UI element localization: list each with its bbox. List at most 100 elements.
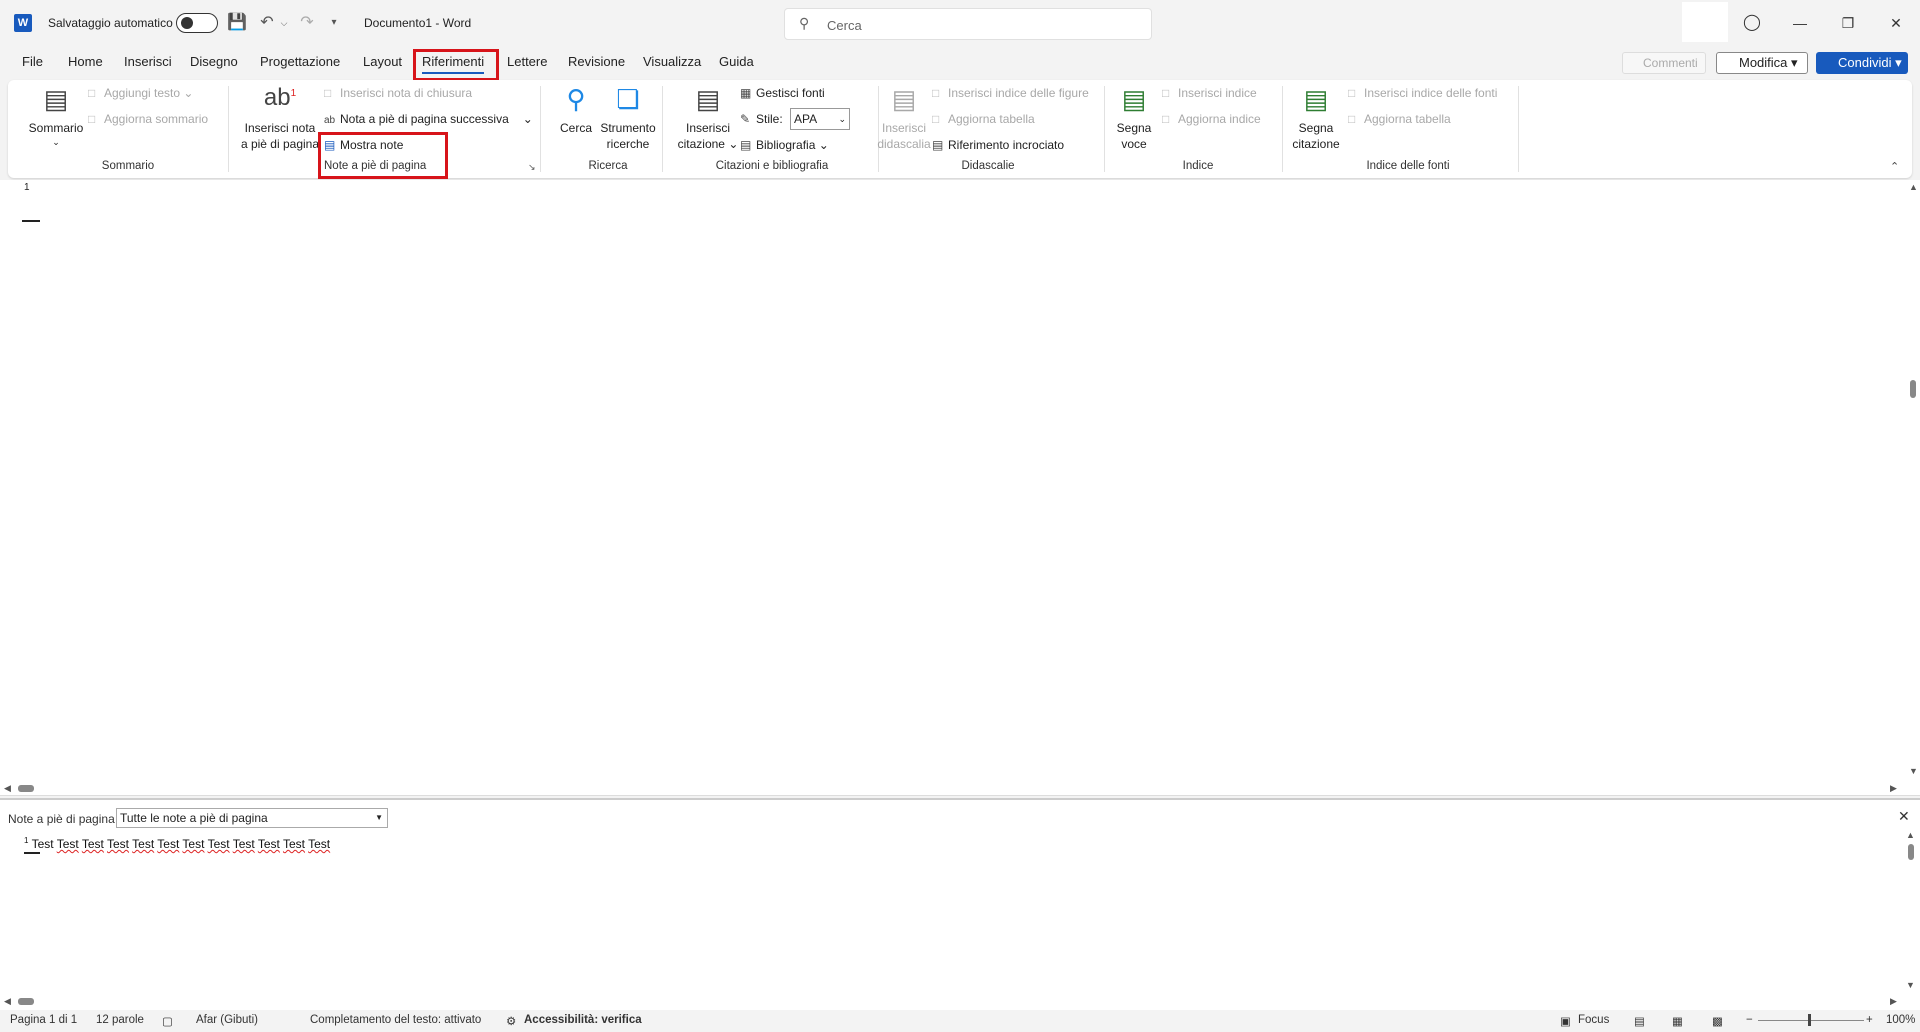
mark-citation-icon: ▤ (1303, 84, 1329, 114)
tab-lettere[interactable]: Lettere (507, 54, 547, 69)
insert-footnote-button[interactable]: Inserisci nota a piè di pagina (234, 120, 326, 152)
print-layout-icon[interactable]: ▦ (1672, 1014, 1683, 1028)
close-button[interactable]: ✕ (1876, 10, 1916, 36)
zoom-slider-track[interactable] (1758, 1020, 1864, 1021)
update-authorities-table-button[interactable]: □ Aggiorna tabella (1348, 112, 1451, 126)
tab-guida[interactable]: Guida (719, 54, 754, 69)
edit-mode-label: Modifica (1739, 55, 1788, 70)
tab-visualizza[interactable]: Visualizza (643, 54, 701, 69)
update-toc-button[interactable]: □ Aggiorna sommario (88, 112, 208, 126)
tab-file[interactable]: File (22, 54, 43, 69)
focus-button[interactable]: Focus (1578, 1014, 1609, 1026)
save-icon[interactable]: 💾 (226, 12, 248, 34)
mark-entry-button[interactable]: Segna voce (1108, 120, 1160, 152)
group-label-sommario: Sommario (101, 160, 155, 172)
insert-table-of-figures-button[interactable]: □ Inserisci indice delle figure (932, 86, 1089, 100)
tab-inserisci[interactable]: Inserisci (124, 54, 172, 69)
manage-sources-icon: ▦ (740, 86, 752, 100)
insert-endnote-button[interactable]: □ Inserisci nota di chiusura (324, 86, 472, 100)
tab-revisione[interactable]: Revisione (568, 54, 625, 69)
zoom-out-icon[interactable]: − (1746, 1014, 1753, 1026)
table-of-figures-label: Inserisci indice delle figure (948, 86, 1089, 100)
style-icon: ✎ (740, 112, 751, 126)
scroll-right-icon[interactable]: ▶ (1890, 783, 1897, 794)
insert-caption-button[interactable]: Inserisci didascalia (874, 120, 934, 152)
word-count[interactable]: 12 parole (96, 1014, 144, 1026)
footnote-dialog-launcher-icon[interactable]: ↘ (528, 162, 536, 173)
citation-style-select[interactable]: APA ⌄ (790, 108, 850, 130)
mark-entry-line1: Segna (1116, 121, 1152, 135)
zoom-slider-thumb[interactable] (1808, 1014, 1811, 1026)
mark-citation-button[interactable]: Segna citazione (1286, 120, 1346, 152)
update-table-button[interactable]: □ Aggiorna tabella (932, 112, 1035, 126)
cerca-button[interactable]: Cerca (552, 120, 600, 136)
footnote-pane-close-icon[interactable]: ✕ (1898, 808, 1910, 825)
share-button[interactable]: Condividi ▾ (1816, 52, 1908, 74)
group-label-indice: Indice (1182, 160, 1214, 172)
tab-disegno[interactable]: Disegno (190, 54, 238, 69)
zoom-in-icon[interactable]: + (1866, 1014, 1873, 1026)
insert-index-button[interactable]: □ Inserisci indice (1162, 86, 1257, 100)
tab-home[interactable]: Home (68, 54, 103, 69)
footnote-filter-select[interactable]: Tutte le note a piè di pagina ▼ (116, 808, 388, 828)
group-separator (1518, 86, 1519, 172)
profile-avatar[interactable] (1682, 2, 1728, 42)
customize-qat-icon[interactable]: ▾ (326, 12, 342, 34)
next-footnote-icon: ab (324, 115, 336, 126)
undo-dropdown-icon[interactable]: ⌵ (278, 12, 290, 34)
page-count[interactable]: Pagina 1 di 1 (10, 1014, 77, 1026)
read-mode-icon[interactable]: ▤ (1634, 1014, 1645, 1028)
bibliography-button[interactable]: ▤ Bibliografia ⌄ (740, 138, 829, 152)
update-index-button[interactable]: □ Aggiorna indice (1162, 112, 1261, 126)
update-authorities-label: Aggiorna tabella (1364, 112, 1451, 126)
footnote-scroll-right-icon[interactable]: ▶ (1890, 996, 1897, 1007)
collapse-ribbon-icon[interactable]: ⌃ (1890, 160, 1899, 173)
cross-reference-button[interactable]: ▤ Riferimento incrociato (932, 138, 1064, 152)
footnote-word: Test (232, 837, 255, 851)
researcher-button[interactable]: Strumento ricerche (594, 120, 662, 152)
tab-progettazione[interactable]: Progettazione (260, 54, 340, 69)
footnote-text[interactable]: 1 Test Test Test Test Test Test Test Tes… (24, 836, 330, 851)
footnote-scroll-up-icon[interactable]: ▲ (1906, 830, 1915, 840)
proofing-icon[interactable]: ▢ (162, 1014, 173, 1028)
search-box[interactable]: ⚲ Cerca (784, 8, 1152, 40)
footnote-number: 1 (24, 836, 29, 845)
undo-icon[interactable]: ↶ (256, 12, 278, 34)
vertical-scroll-thumb[interactable] (1910, 380, 1916, 398)
lightbulb-icon[interactable]: ◯ (1732, 10, 1772, 36)
group-separator (1282, 86, 1283, 172)
tab-layout[interactable]: Layout (363, 54, 402, 69)
autosave-toggle[interactable] (176, 13, 218, 33)
footnote-scroll-thumb[interactable] (1908, 844, 1914, 860)
add-text-button[interactable]: □ Aggiungi testo ⌄ (88, 86, 193, 100)
next-footnote-dropdown-icon[interactable]: ⌄ (523, 112, 533, 126)
text-prediction-status[interactable]: Completamento del testo: attivato (310, 1014, 481, 1026)
manage-sources-button[interactable]: ▦ Gestisci fonti (740, 86, 825, 100)
restore-button[interactable]: ❐ (1828, 10, 1868, 36)
accessibility-status[interactable]: Accessibilità: verifica (524, 1014, 642, 1026)
next-footnote-button[interactable]: ab Nota a piè di pagina successiva ⌄ (324, 112, 533, 126)
web-layout-icon[interactable]: ▩ (1712, 1014, 1723, 1028)
insert-citation-button[interactable]: Inserisci citazione ⌄ (672, 120, 744, 152)
footnote-word: Test (107, 837, 130, 851)
scroll-left-icon[interactable]: ◀ (4, 783, 11, 794)
minimize-button[interactable]: — (1780, 10, 1820, 36)
redo-icon[interactable]: ↷ (296, 12, 318, 34)
zoom-level[interactable]: 100% (1886, 1014, 1915, 1026)
scroll-up-icon[interactable]: ▲ (1909, 182, 1918, 192)
horizontal-scroll-thumb[interactable] (18, 785, 34, 792)
horizontal-scrollbar[interactable]: ◀ ▶ (0, 780, 1920, 796)
footnote-hscroll-thumb[interactable] (18, 998, 34, 1005)
footnote-scroll-down-icon[interactable]: ▼ (1906, 980, 1915, 990)
scroll-down-icon[interactable]: ▼ (1909, 766, 1918, 776)
sommario-dropdown-icon[interactable]: ⌄ (46, 134, 66, 150)
researcher-line2: ricerche (606, 137, 650, 151)
comments-button[interactable]: Commenti (1622, 52, 1706, 74)
vertical-scrollbar[interactable]: ▲ ▼ (1906, 180, 1920, 780)
insert-table-of-authorities-button[interactable]: □ Inserisci indice delle fonti (1348, 86, 1497, 100)
footnote-filter-dropdown-icon: ▼ (375, 813, 383, 822)
document-area[interactable] (0, 180, 1906, 780)
language-indicator[interactable]: Afar (Gibuti) (196, 1014, 258, 1026)
footnote-scroll-left-icon[interactable]: ◀ (4, 996, 11, 1007)
edit-mode-button[interactable]: Modifica ▾ (1716, 52, 1808, 74)
